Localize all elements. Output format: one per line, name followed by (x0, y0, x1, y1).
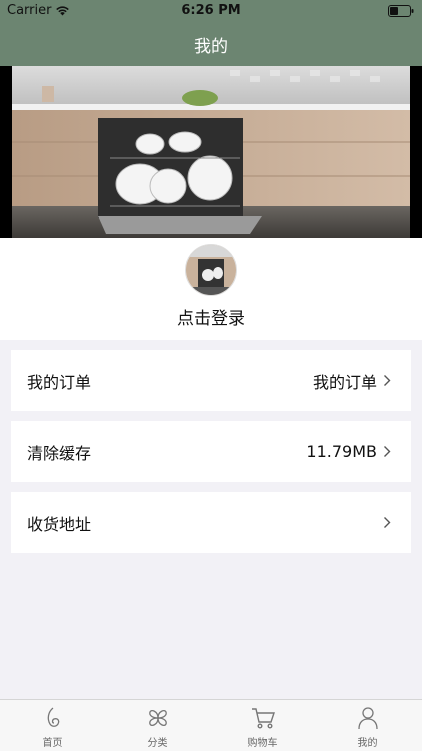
row-shipping-address[interactable]: 收货地址 (11, 492, 411, 553)
row-label: 我的订单 (27, 372, 92, 392)
nav-bar: 我的 (0, 22, 422, 66)
avatar[interactable] (185, 244, 237, 296)
tab-home[interactable]: 首页 (0, 700, 105, 751)
login-link[interactable]: 点击登录 (0, 304, 422, 329)
tab-profile[interactable]: 我的 (315, 700, 420, 751)
category-icon (148, 710, 167, 726)
row-label: 收货地址 (27, 514, 92, 534)
tab-label: 我的 (357, 738, 378, 749)
row-my-orders[interactable]: 我的订单 我的订单 (11, 350, 411, 411)
chevron-right-icon (384, 375, 391, 386)
tab-label: 购物车 (247, 738, 278, 749)
status-time: 6:26 PM (181, 3, 241, 18)
hero-banner-image (0, 66, 422, 238)
cache-size-value: 11.79MB (306, 442, 377, 461)
tab-label: 分类 (147, 738, 168, 749)
tab-cart[interactable]: 购物车 (210, 700, 315, 751)
row-clear-cache[interactable]: 清除缓存 11.79MB (11, 421, 411, 482)
chevron-right-icon (384, 517, 391, 528)
status-bar: Carrier 6:26 PM (0, 0, 422, 22)
tab-bar: 首页 分类 购物车 我的 (0, 699, 422, 751)
cart-icon (251, 708, 275, 729)
tab-category[interactable]: 分类 (105, 700, 210, 751)
row-value: 我的订单 (312, 372, 377, 392)
profile-icon (357, 707, 378, 730)
battery-icon (388, 5, 414, 17)
tab-label: 首页 (42, 738, 63, 749)
profile-header: 点击登录 (0, 238, 422, 340)
home-icon (47, 707, 59, 727)
row-label: 清除缓存 (27, 443, 92, 463)
chevron-right-icon (384, 446, 391, 457)
page-title: 我的 (194, 36, 228, 57)
